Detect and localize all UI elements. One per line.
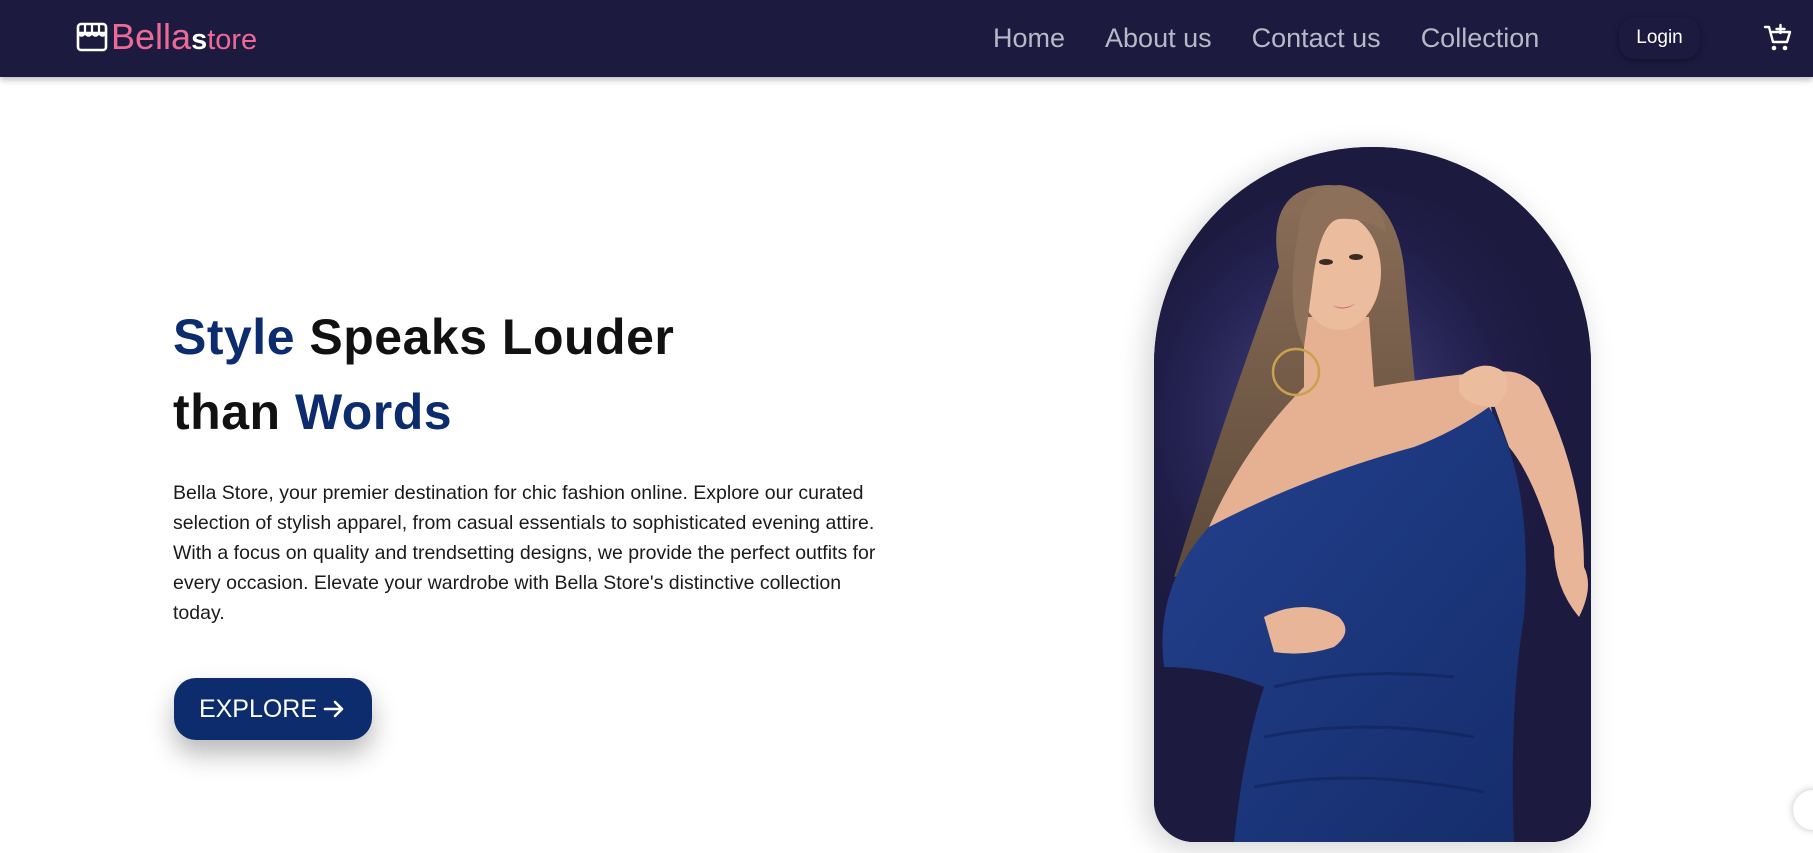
main-nav: Home About us Contact us Collection	[993, 22, 1579, 54]
brand-name-bella: Bella	[111, 16, 192, 57]
brand-name-s: s	[191, 24, 208, 56]
nav-collection[interactable]: Collection	[1421, 22, 1540, 54]
nav-contact-us[interactable]: Contact us	[1252, 22, 1381, 54]
explore-button[interactable]: EXPLORE	[174, 678, 372, 740]
login-button[interactable]: Login	[1619, 17, 1700, 59]
arrow-right-icon	[323, 700, 344, 718]
hero-image-frame	[1154, 147, 1591, 842]
brand-name-tore: tore	[207, 24, 258, 56]
nav-home[interactable]: Home	[993, 22, 1065, 54]
storefront-icon	[76, 22, 108, 52]
hero-title: Style Speaks Louder than Words	[173, 300, 674, 450]
nav-about-us[interactable]: About us	[1105, 22, 1212, 54]
hero-description: Bella Store, your premier destination fo…	[173, 482, 876, 624]
chat-widget-button[interactable]	[1793, 790, 1813, 830]
hero-title-words: Words	[294, 384, 453, 440]
hero-title-style: Style	[173, 309, 296, 365]
top-navbar: Bella s tore Home About us Contact us Coll…	[0, 0, 1813, 77]
hero-title-speaks-louder: Speaks Louder	[295, 309, 675, 365]
add-to-cart-icon	[1763, 23, 1792, 51]
explore-button-label: EXPLORE	[198, 694, 318, 723]
hero-title-than: than	[173, 384, 295, 440]
cart-button[interactable]	[1763, 23, 1793, 53]
brand-logo[interactable]: Bella s tore	[76, 19, 257, 55]
model-photo	[1154, 147, 1591, 842]
